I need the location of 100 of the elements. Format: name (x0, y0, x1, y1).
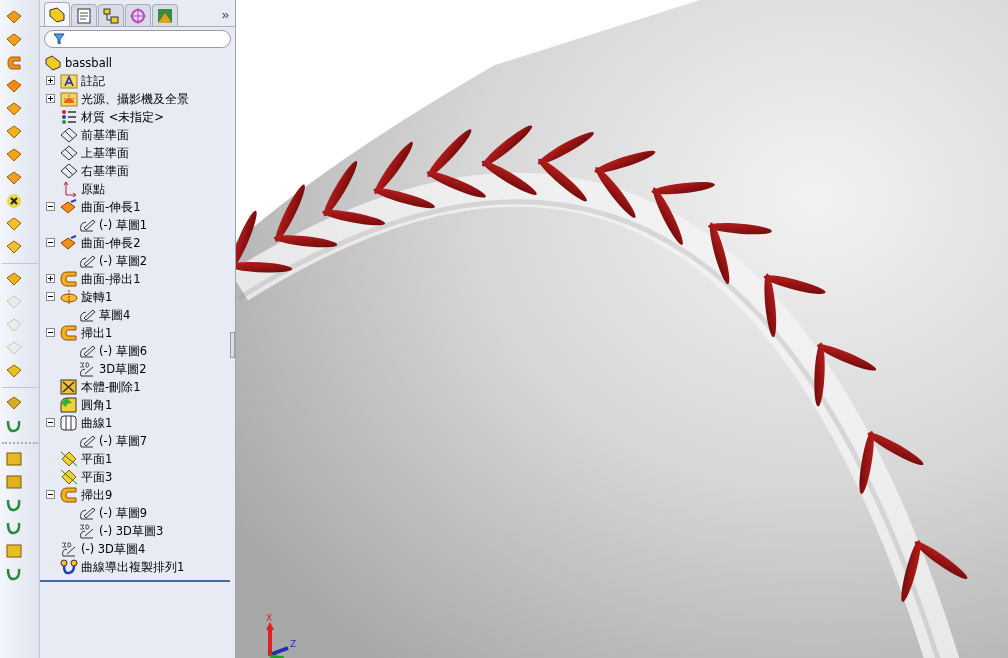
surface-tool-icon[interactable] (5, 215, 23, 233)
crosshair-icon (128, 6, 148, 25)
panel-tab[interactable] (98, 4, 124, 26)
surface-tool-icon[interactable] (5, 542, 23, 560)
collapse-button[interactable] (46, 489, 57, 501)
tree-item[interactable]: 原點 (81, 181, 105, 197)
composite-curve-icon (60, 415, 78, 431)
tree-item[interactable]: 掃出1 (81, 325, 113, 341)
tree-item[interactable]: 平面1 (81, 451, 113, 467)
lights-folder-icon (60, 91, 78, 107)
tree-item[interactable]: (-) 3D草圖4 (81, 541, 146, 557)
collapse-button[interactable] (46, 201, 57, 213)
panel-tab[interactable] (125, 4, 151, 26)
collapse-button[interactable] (46, 237, 57, 249)
surface-tool-icon[interactable] (5, 169, 23, 187)
tree-item[interactable]: (-) 草圖7 (99, 433, 148, 449)
surface-tool-icon[interactable] (5, 77, 23, 95)
sketch-icon (78, 343, 96, 359)
surface-tool-icon[interactable] (5, 473, 23, 491)
tree-item[interactable]: 平面3 (81, 469, 113, 485)
tree-item[interactable]: (-) 3D草圖3 (99, 523, 164, 539)
surface-tool-icon[interactable] (5, 100, 23, 118)
display-icon (155, 6, 175, 25)
sketch-3d-icon (78, 523, 96, 539)
sweep-icon[interactable] (5, 54, 23, 72)
more-tabs-button[interactable]: » (217, 7, 233, 26)
surface-tool-icon[interactable] (5, 394, 23, 412)
delete-icon[interactable] (5, 192, 23, 210)
tree-item[interactable]: 曲線1 (81, 415, 113, 431)
part-icon (44, 55, 62, 71)
surface-extrude-icon (60, 199, 78, 215)
sketch-icon (78, 505, 96, 521)
panel-tab[interactable] (152, 4, 178, 26)
sketch-icon (78, 253, 96, 269)
tree-item[interactable]: 曲線導出複製排列1 (81, 559, 185, 575)
plane-icon (60, 145, 78, 161)
filter-icon (53, 33, 65, 45)
tree-item[interactable]: 右基準面 (81, 163, 129, 179)
tree-item[interactable]: (-) 草圖9 (99, 505, 148, 521)
surface-tool-icon[interactable] (5, 270, 23, 288)
sketch-3d-icon (78, 361, 96, 377)
hierarchy-icon (101, 6, 121, 25)
sketch-3d-icon (60, 541, 78, 557)
sweep-icon (60, 325, 78, 341)
curve-pattern-icon (60, 559, 78, 575)
tree-item[interactable]: 曲面-伸長1 (81, 199, 141, 215)
tree-item[interactable]: bassball (65, 55, 113, 71)
surface-tool-icon[interactable] (5, 362, 23, 380)
reference-plane-icon (60, 451, 78, 467)
filter-field[interactable] (44, 30, 231, 48)
sketch-icon (78, 217, 96, 233)
tree-item[interactable]: 旋轉1 (81, 289, 113, 305)
surface-tool-icon[interactable] (5, 8, 23, 26)
reference-plane-icon (60, 469, 78, 485)
axis-label: X (266, 614, 273, 623)
sweep-icon (60, 271, 78, 287)
expand-button[interactable] (46, 75, 57, 87)
expand-button[interactable] (46, 93, 57, 105)
tree-item[interactable]: (-) 草圖1 (99, 217, 148, 233)
annotation-folder-icon (60, 73, 78, 89)
expand-button[interactable] (46, 273, 57, 285)
surface-tool-icon[interactable] (5, 31, 23, 49)
axis-triad-icon (265, 621, 289, 658)
tree-item[interactable]: 材質 <未指定> (81, 109, 164, 125)
collapse-button[interactable] (46, 327, 57, 339)
fillet-icon (60, 397, 78, 413)
surface-extrude-icon (60, 235, 78, 251)
tree-item[interactable]: 光源、攝影機及全景 (81, 91, 189, 107)
collapse-button[interactable] (46, 291, 57, 303)
tree-item[interactable]: (-) 草圖6 (99, 343, 148, 359)
plane-icon (60, 163, 78, 179)
tree-item[interactable]: 圓角1 (81, 397, 113, 413)
surface-tool-icon[interactable] (5, 123, 23, 141)
sketch-icon (78, 433, 96, 449)
delete-body-icon (60, 379, 78, 395)
tree-item[interactable]: 本體-刪除1 (81, 379, 141, 395)
collapse-button[interactable] (46, 417, 57, 429)
sweep-icon (60, 487, 78, 503)
panel-tab[interactable] (44, 2, 70, 26)
plane-icon (60, 127, 78, 143)
panel-collapse-handle[interactable] (230, 332, 235, 358)
document-icon (74, 6, 94, 25)
tree-item[interactable]: 掃出9 (81, 487, 113, 503)
axis-label: Z (290, 640, 297, 649)
surface-tool-icon[interactable] (5, 146, 23, 164)
tree-item[interactable]: 曲面-掃出1 (81, 271, 141, 287)
part-icon (47, 5, 67, 24)
tree-item[interactable]: 前基準面 (81, 127, 129, 143)
tree-item[interactable]: 草圖4 (99, 307, 131, 323)
tree-item[interactable]: 上基準面 (81, 145, 129, 161)
tree-item[interactable]: 3D草圖2 (99, 361, 147, 377)
surface-tool-icon[interactable] (5, 238, 23, 256)
tree-item[interactable]: (-) 草圖2 (99, 253, 148, 269)
surface-tool-icon[interactable] (5, 450, 23, 468)
material-icon (60, 109, 78, 125)
revolve-icon (60, 289, 78, 305)
sketch-icon (78, 307, 96, 323)
tree-item[interactable]: 曲面-伸長2 (81, 235, 141, 251)
tree-item[interactable]: 註記 (81, 73, 105, 89)
panel-tab[interactable] (71, 4, 97, 26)
